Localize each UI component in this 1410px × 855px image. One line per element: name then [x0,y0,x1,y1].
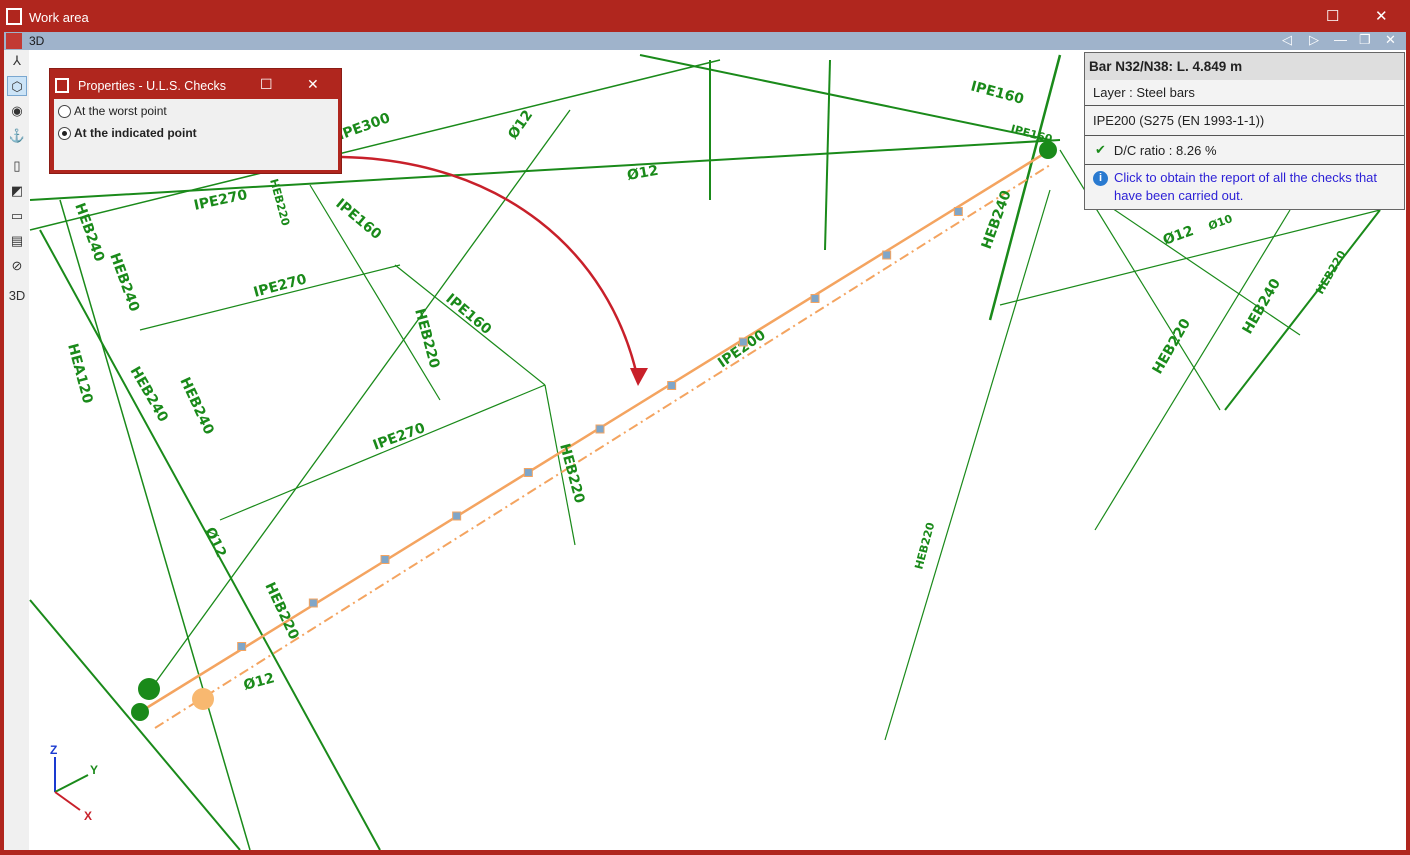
view-tab-3d[interactable]: 3D [29,34,44,48]
orbit-icon[interactable]: ◉ [7,101,27,121]
radio-indicated-point[interactable]: At the indicated point [58,126,197,140]
maximize-button[interactable]: ☐ [1326,7,1339,25]
3d-view-icon [6,33,22,49]
bar-info-tooltip: Bar N32/N38: L. 4.849 m Layer : Steel ba… [1084,52,1405,210]
axes-indicator: Z Y X [50,743,98,823]
prev-view-button[interactable]: ◁ [1282,32,1292,48]
member-label: HEB220 [912,521,937,571]
check-icon: ✔ [1095,142,1106,157]
axis-y-label: Y [90,763,98,777]
member-label: Ø10 [1207,212,1235,233]
report-link-text[interactable]: Click to obtain the report of all the ch… [1114,169,1400,205]
window-title: Work area [29,10,89,25]
bar-node-marker [667,381,677,390]
cube-view-icon[interactable]: ⬡ [7,76,27,96]
plane-icon[interactable]: ◩ [7,181,27,201]
member-label: IPE160 [969,78,1026,108]
frame-icon[interactable]: ▭ [7,206,27,226]
bar-header: Bar N32/N38: L. 4.849 m [1085,53,1404,80]
rotate-icon[interactable]: ⚓ [7,126,27,146]
member-label: HEB240 [127,364,172,425]
3d-settings-icon[interactable]: 3D [7,286,27,306]
member-label: HEB240 [106,251,142,314]
report-link[interactable]: i Click to obtain the report of all the c… [1085,165,1404,205]
bar-layer: Layer : Steel bars [1085,80,1404,106]
member-label: HEB240 [176,375,216,437]
axis-z-label: Z [50,743,57,757]
bar-node-marker [738,337,748,347]
hide-icon[interactable]: ⊘ [7,256,27,276]
member-label: Ø12 [505,107,536,142]
member-label: HEB220 [1150,316,1195,377]
restore-view-button[interactable]: ❐ [1359,32,1371,48]
member-label: IPE270 [252,271,309,301]
axes-icon[interactable]: ⅄ [7,51,27,71]
properties-uls-checks-panel: Properties - U.L.S. Checks ☐ ✕ At the wo… [49,68,342,174]
bar-node-marker [237,642,247,651]
node-n32 [138,678,160,700]
bar-node-marker [810,294,820,303]
panel-close-button[interactable]: ✕ [307,76,319,93]
close-button[interactable]: ✕ [1375,7,1388,25]
bar-profile: IPE200 (S275 (EN 1993-1-1)) [1085,106,1404,136]
member-label: HEB240 [1240,276,1285,337]
next-view-button[interactable]: ▷ [1309,32,1319,48]
member-label: HEB220 [556,442,587,505]
selected-bar[interactable] [131,141,1057,729]
member-label: HEB220 [1313,248,1348,296]
view-toolbar: ⅄ ⬡ ◉ ⚓ ▯ ◩ ▭ ▤ ⊘ 3D [4,50,29,850]
bar-node-marker [523,468,533,477]
panel-title: Properties - U.L.S. Checks [78,79,226,93]
member-label: IPE200 [715,327,769,371]
app-logo-icon [6,8,22,25]
axis-x-label: X [84,809,92,823]
info-icon: i [1093,171,1108,186]
member-label: Ø12 [201,525,229,560]
bar-node-marker [882,250,892,260]
panel-logo-icon [55,78,69,93]
close-view-button[interactable]: ✕ [1385,32,1396,48]
radio-label: At the worst point [74,104,167,118]
member-label: Ø12 [242,670,276,694]
panel-maximize-button[interactable]: ☐ [260,76,273,93]
layers-icon[interactable]: ▤ [7,231,27,251]
indicated-point-marker[interactable] [192,688,214,710]
bar-node-marker [308,598,318,608]
member-label: Ø12 [1161,223,1196,249]
bar-node-marker [380,555,390,564]
member-label: IPE300 [336,110,393,144]
member-label: HEA120 [64,342,95,406]
member-label: IPE160 [442,291,494,338]
window-titlebar: Work area ☐ ✕ [0,0,1410,32]
view-tabbar: 3D ◁ ▷ — ❐ ✕ [4,32,1406,50]
bar-node-marker [452,511,462,521]
bar-node-marker [595,424,605,434]
minimize-view-button[interactable]: — [1334,32,1347,47]
radio-label: At the indicated point [74,126,197,140]
dc-ratio: D/C ratio : 8.26 % [1113,142,1217,158]
section-icon[interactable]: ▯ [7,156,27,176]
member-label: IPE270 [371,420,428,454]
radio-worst-point[interactable]: At the worst point [58,104,167,118]
bar-node-marker [953,207,963,216]
